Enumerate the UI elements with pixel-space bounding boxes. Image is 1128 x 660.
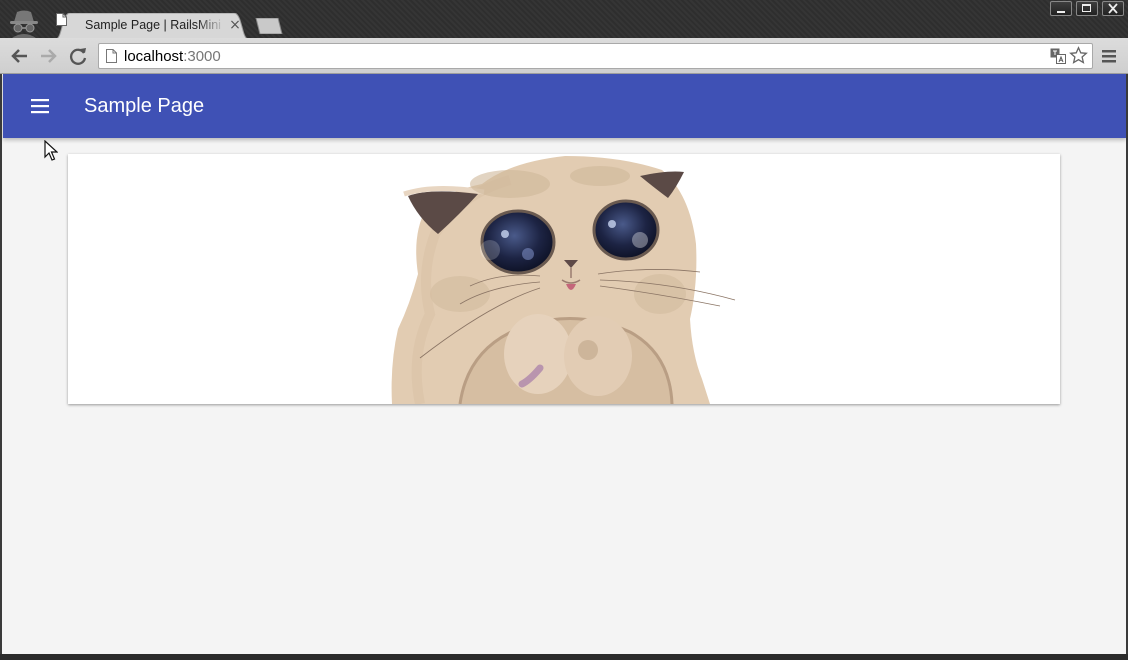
url-port: :3000 bbox=[183, 48, 221, 65]
minimize-icon[interactable] bbox=[1050, 1, 1072, 16]
browser-toolbar: localhost:3000 bbox=[0, 38, 1128, 74]
document-icon bbox=[56, 13, 67, 26]
new-tab-button[interactable] bbox=[252, 18, 284, 34]
close-icon[interactable] bbox=[1102, 1, 1124, 16]
chrome-menu-icon[interactable] bbox=[1100, 46, 1118, 66]
url-host: localhost bbox=[124, 48, 184, 65]
page-viewport: Sample Page bbox=[2, 74, 1126, 654]
cat-illustration bbox=[390, 156, 736, 404]
url-text: localhost:3000 bbox=[124, 48, 221, 65]
page-title: Sample Page bbox=[84, 95, 205, 117]
back-arrow-icon[interactable] bbox=[9, 45, 31, 67]
reload-icon[interactable] bbox=[67, 45, 89, 67]
window-bottom-edge bbox=[0, 654, 1128, 660]
maximize-icon[interactable] bbox=[1076, 1, 1098, 16]
tab-title: Sample Page | RailsMini bbox=[85, 18, 221, 32]
tab-active[interactable]: Sample Page | RailsMini × bbox=[56, 13, 248, 39]
incognito-icon bbox=[10, 10, 38, 38]
forward-arrow-icon[interactable] bbox=[37, 45, 59, 67]
tab-strip: Sample Page | RailsMini × bbox=[0, 0, 1128, 39]
window-controls bbox=[1050, 1, 1124, 17]
hamburger-menu-icon[interactable] bbox=[30, 98, 50, 114]
image-card bbox=[68, 154, 1060, 404]
star-icon[interactable] bbox=[1069, 46, 1088, 65]
translate-icon[interactable] bbox=[1050, 48, 1066, 64]
address-bar[interactable]: localhost:3000 bbox=[98, 43, 1093, 69]
tab-close-button[interactable]: × bbox=[228, 17, 242, 33]
page-icon bbox=[106, 49, 117, 63]
app-bar: Sample Page bbox=[3, 74, 1126, 138]
browser-window: Sample Page | RailsMini × localhost:3000… bbox=[0, 0, 1128, 660]
mouse-cursor bbox=[44, 140, 58, 161]
